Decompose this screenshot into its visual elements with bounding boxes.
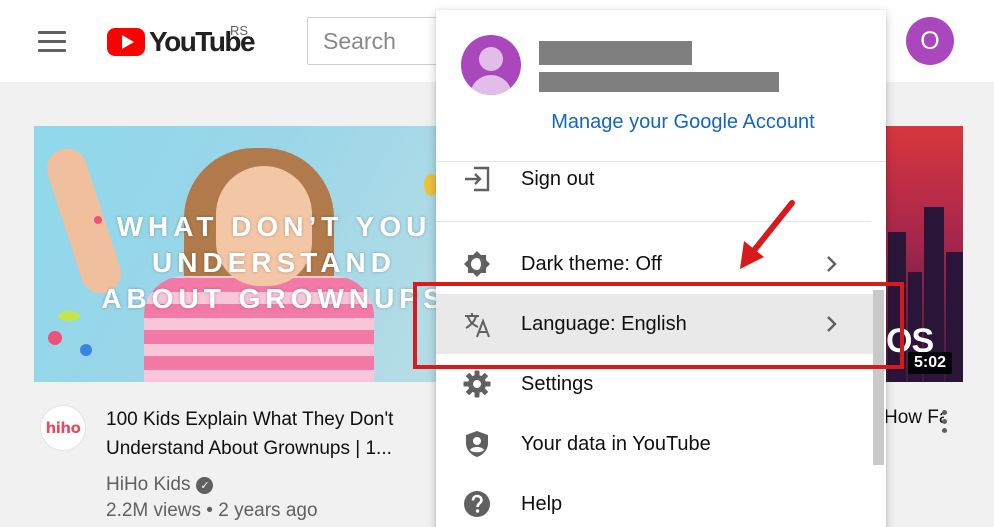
menu-divider bbox=[436, 221, 871, 222]
youtube-logo[interactable]: YouTube RS bbox=[107, 23, 256, 58]
menu-item-label: Settings bbox=[521, 372, 594, 395]
thumbnail-title-overlay: WHAT DON’T YOU UNDERSTAND ABOUT GROWNUPS bbox=[94, 209, 450, 317]
channel-name[interactable]: HiHo Kids bbox=[106, 474, 190, 496]
verified-check-icon: ✓ bbox=[196, 476, 214, 494]
menu-item-your-data[interactable]: Your data in YouTube bbox=[436, 414, 873, 474]
redacted-account-name bbox=[539, 41, 692, 65]
video-duration-badge: 5:02 bbox=[908, 352, 953, 374]
thumbnail-text-line: WHAT DON’T YOU bbox=[116, 211, 432, 242]
annotation-highlight-box bbox=[413, 282, 904, 369]
help-icon bbox=[464, 491, 490, 517]
menu-item-label: Help bbox=[521, 492, 563, 515]
dark-theme-icon bbox=[464, 251, 490, 277]
search-box[interactable] bbox=[307, 17, 447, 65]
video-thumbnail[interactable]: WHAT DON’T YOU UNDERSTAND ABOUT GROWNUPS bbox=[34, 126, 450, 382]
channel-name-row: HiHo Kids ✓ bbox=[106, 474, 214, 496]
video-title-line: 100 Kids Explain What They Don't bbox=[106, 409, 394, 430]
thumbnail-text-line: ABOUT GROWNUPS bbox=[101, 283, 447, 314]
menu-item-label: Dark theme: Off bbox=[521, 252, 662, 275]
annotation-arrow-icon bbox=[740, 200, 795, 269]
thumbnail-text-line: UNDERSTAND bbox=[152, 247, 396, 278]
chevron-right-icon bbox=[827, 256, 837, 272]
account-menu: Manage your Google Account Sign out Dark… bbox=[436, 10, 886, 527]
confetti bbox=[58, 311, 80, 321]
hamburger-menu-icon[interactable] bbox=[38, 31, 66, 53]
region-code: RS bbox=[230, 23, 249, 38]
youtube-play-icon bbox=[107, 28, 145, 56]
video-title[interactable]: 100 Kids Explain What They Don't Underst… bbox=[106, 405, 436, 463]
menu-item-label: Your data in YouTube bbox=[521, 432, 711, 455]
search-input[interactable] bbox=[308, 18, 446, 64]
account-avatar-icon bbox=[461, 35, 521, 95]
gear-icon bbox=[463, 370, 491, 398]
confetti bbox=[80, 344, 92, 356]
manage-google-account-link[interactable]: Manage your Google Account bbox=[436, 111, 930, 134]
channel-avatar[interactable]: hiho bbox=[40, 405, 86, 451]
menu-item-label: Sign out bbox=[521, 167, 595, 190]
menu-item-sign-out[interactable]: Sign out bbox=[436, 149, 873, 209]
confetti bbox=[48, 331, 62, 345]
sign-out-icon bbox=[465, 166, 490, 192]
video-title-line: Understand About Grownups | 1... bbox=[106, 438, 392, 459]
more-options-icon[interactable] bbox=[936, 408, 952, 436]
video-title-2[interactable]: How Facebook is Stealing Billions of bbox=[884, 407, 944, 429]
video-meta: 2.2M views • 2 years ago bbox=[106, 500, 318, 521]
menu-item-help[interactable]: Help bbox=[436, 474, 873, 527]
account-avatar-button[interactable]: O bbox=[906, 17, 954, 65]
channel-logo-text: hiho bbox=[45, 419, 81, 437]
shield-user-icon bbox=[466, 431, 488, 457]
redacted-account-email bbox=[539, 72, 779, 92]
